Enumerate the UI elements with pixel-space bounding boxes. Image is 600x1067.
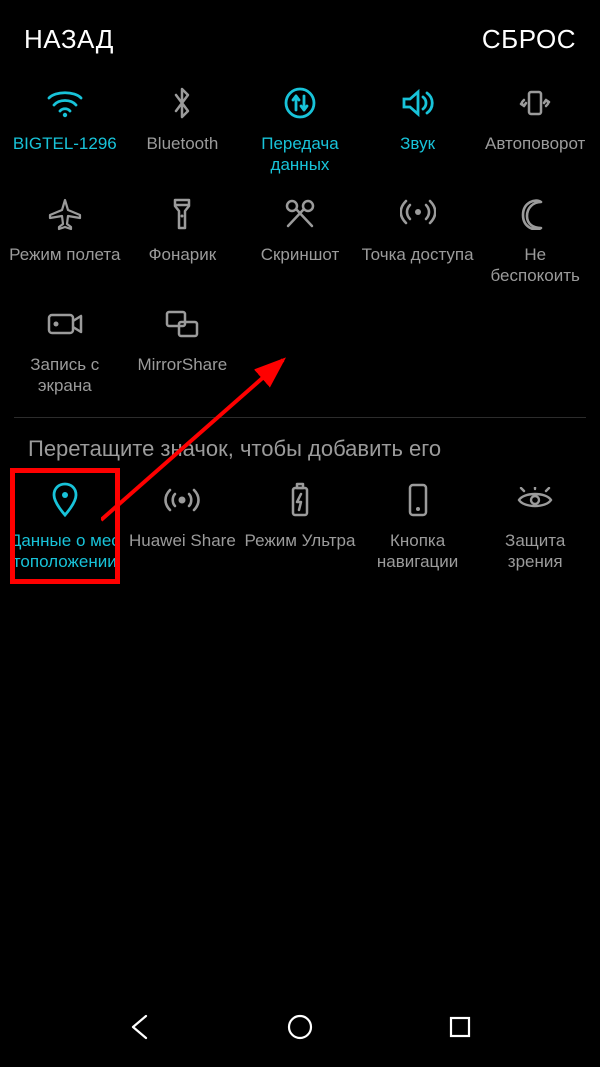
nav-recent-button[interactable] — [442, 1009, 478, 1045]
autorotate-icon — [515, 83, 555, 123]
tile-hotspot[interactable]: Точка доступа — [359, 188, 477, 293]
eye-icon — [515, 480, 555, 520]
tile-wifi[interactable]: BIGTEL-1296 — [6, 77, 124, 182]
screenshot-icon — [280, 194, 320, 234]
screen-record-icon — [45, 304, 85, 344]
nav-back-button[interactable] — [122, 1009, 158, 1045]
tile-ultra-mode[interactable]: Режим Ультра — [241, 474, 359, 579]
tile-sound[interactable]: Звук — [359, 77, 477, 182]
tile-airplane[interactable]: Режим полета — [6, 188, 124, 293]
tile-bluetooth[interactable]: Bluetooth — [124, 77, 242, 182]
huaweishare-icon — [162, 480, 202, 520]
airplane-icon — [45, 194, 85, 234]
mirrorshare-icon — [162, 304, 202, 344]
tile-screenshot[interactable]: Скриншот — [241, 188, 359, 293]
tile-dnd[interactable]: Не беспокоить — [476, 188, 594, 293]
tile-label: Запись с экрана — [8, 354, 122, 397]
flashlight-icon — [162, 194, 202, 234]
back-button[interactable]: НАЗАД — [24, 24, 114, 55]
available-tiles-grid: Данные о мес тоположении Huawei Share Ре… — [0, 462, 600, 579]
active-tiles-grid: BIGTEL-1296 Bluetooth Передача данных — [0, 65, 600, 403]
drag-hint-text: Перетащите значок, чтобы добавить его — [0, 418, 600, 462]
tile-label: Режим полета — [9, 244, 120, 265]
tile-label: Передача данных — [243, 133, 357, 176]
tile-label: Фонарик — [149, 244, 217, 265]
location-icon — [45, 480, 85, 520]
tile-label: Автоповорот — [485, 133, 585, 154]
hotspot-icon — [398, 194, 438, 234]
sound-icon — [398, 83, 438, 123]
tile-location[interactable]: Данные о мес тоположении — [6, 474, 124, 579]
tile-label: Данные о мес тоположении — [8, 530, 122, 573]
tile-nav-key[interactable]: Кнопка навигации — [359, 474, 477, 579]
tile-mobile-data[interactable]: Передача данных — [241, 77, 359, 182]
tile-label: Режим Ультра — [245, 530, 356, 551]
tile-huaweishare[interactable]: Huawei Share — [124, 474, 242, 579]
tile-eye-comfort[interactable]: Защита зрения — [476, 474, 594, 579]
tile-label: Huawei Share — [129, 530, 236, 551]
tile-label: Точка доступа — [362, 244, 474, 265]
quick-settings-edit-screen: { "header": { "back": "НАЗАД", "reset": … — [0, 0, 600, 1067]
tile-screen-record[interactable]: Запись с экрана — [6, 298, 124, 403]
tile-label: Защита зрения — [478, 530, 592, 573]
tile-label: MirrorShare — [138, 354, 228, 375]
nav-home-button[interactable] — [282, 1009, 318, 1045]
tile-label: Кнопка навигации — [361, 530, 475, 573]
bluetooth-icon — [162, 83, 202, 123]
wifi-icon — [45, 83, 85, 123]
nav-key-icon — [398, 480, 438, 520]
system-nav-bar — [0, 987, 600, 1067]
header: НАЗАД СБРОС — [0, 0, 600, 65]
tile-label: BIGTEL-1296 — [13, 133, 117, 154]
tile-label: Скриншот — [261, 244, 340, 265]
tile-autorotate[interactable]: Автоповорот — [476, 77, 594, 182]
tile-label: Не беспокоить — [478, 244, 592, 287]
tile-flashlight[interactable]: Фонарик — [124, 188, 242, 293]
battery-ultra-icon — [280, 480, 320, 520]
tile-label: Bluetooth — [146, 133, 218, 154]
tile-label: Звук — [400, 133, 435, 154]
dnd-icon — [515, 194, 555, 234]
reset-button[interactable]: СБРОС — [482, 24, 576, 55]
mobile-data-icon — [280, 83, 320, 123]
tile-mirrorshare[interactable]: MirrorShare — [124, 298, 242, 403]
